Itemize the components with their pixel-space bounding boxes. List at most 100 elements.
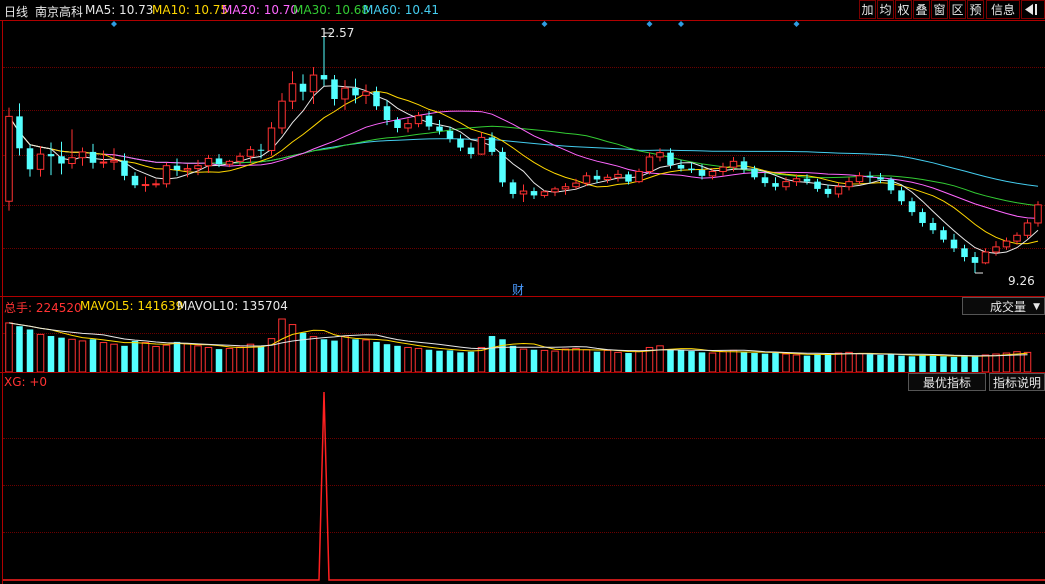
toolbar-button-window[interactable]: 窗 [931,0,948,19]
volume-bar [866,354,874,372]
volume-bar [278,318,286,372]
candle-body [173,165,181,171]
candle-body [341,87,349,100]
volume-bar [582,349,591,372]
volume-bar [320,339,328,372]
volume-bar [877,354,884,372]
volume-bar [887,354,895,372]
candle-body [16,116,23,149]
candle-body [425,115,433,127]
candle-body [499,151,506,183]
price-chart[interactable] [0,21,1045,296]
price-low-label: 9.26 [1008,274,1035,288]
exit-arrow-icon [1025,4,1037,15]
finance-event-marker[interactable]: 财 [512,281,524,298]
price-high-label: 12.57 [320,26,355,40]
volume-bar [26,329,34,372]
candle-body [898,190,905,202]
volume-bar [519,348,528,372]
candle-body [183,168,192,171]
volume-bar [751,353,758,372]
candle-body [887,179,895,191]
candle-body [961,248,968,258]
candle-body [362,91,370,96]
candle-body [299,83,307,92]
volume-bar [708,352,717,372]
volume-bar [992,353,1000,372]
toolbar-button-add[interactable]: 加 [859,0,876,19]
toolbar-button-rights[interactable]: 权 [895,0,912,19]
volume-indicator-selector[interactable]: 成交量 ▼ [962,297,1045,315]
ma30-label: MA30: 10.68 [293,3,370,17]
candle-body [593,175,601,180]
volume-bar [834,352,843,372]
candle-body [740,161,748,169]
ma20-label: MA20: 10.70 [222,3,299,17]
candle-body [625,174,632,182]
volume-bar [362,339,370,372]
volume-bar [215,349,223,372]
mavol10-line [8,322,1028,357]
volume-bar [110,343,118,372]
volume-bar [68,338,76,372]
volume-bar [446,350,454,372]
volume-bar [614,351,622,372]
event-marker-icon [678,21,684,27]
ma20-line [8,110,1039,219]
volume-bar [688,351,695,372]
volume-bar [635,350,643,372]
candle-body [58,156,65,164]
volume-bar [162,344,171,372]
volume-bar [908,356,916,372]
volume-bar [78,340,87,372]
candle-body [121,160,128,176]
xg-indicator-chart[interactable] [0,373,1045,583]
xg-signal-line [3,391,1045,581]
volume-bar [919,354,926,372]
candle-body [698,170,706,176]
volume-bar [719,351,727,372]
candle-body [288,83,297,102]
volume-bar [457,352,464,372]
candle-body [614,173,622,178]
candle-body [278,100,286,129]
candle-body [688,168,695,171]
toolbar-button-overlay[interactable]: 叠 [913,0,930,19]
candle-body [582,175,591,184]
candle-body [729,160,738,168]
volume-bar [792,354,801,372]
volume-bar [499,339,506,372]
volume-bar [814,354,821,372]
candle-body [194,165,202,170]
candle-body [436,126,443,131]
volume-bar [698,352,706,372]
period-label[interactable]: 日线 [4,3,28,20]
candle-body [99,161,108,164]
volume-bar [121,345,128,372]
volume-bar [58,337,65,372]
volume-total-label: 总手: 224520 [4,301,82,315]
candle-body [68,157,76,165]
volume-bar [404,346,412,372]
candle-body [803,178,811,182]
candle-body [152,183,160,186]
candle-body [110,160,118,163]
candle-body [572,182,580,188]
exit-arrow-button[interactable] [1021,0,1045,19]
volume-chart[interactable] [0,317,1045,372]
toolbar-button-average[interactable]: 均 [877,0,894,19]
candle-body [320,75,328,80]
volume-bar [824,353,832,372]
candle-body [488,137,496,152]
dropdown-arrow-icon: ▼ [1033,302,1040,312]
toolbar-button-forecast[interactable]: 预 [967,0,984,19]
volume-bar [803,355,811,372]
toolbar-button-range[interactable]: 区 [949,0,966,19]
volume-bar [341,335,349,372]
candle-body [509,182,517,194]
candle-body [877,177,884,180]
toolbar-button-info[interactable]: 信息 [986,0,1020,19]
volume-bar [667,349,674,372]
candle-body [719,166,727,172]
candle-body [467,147,475,155]
